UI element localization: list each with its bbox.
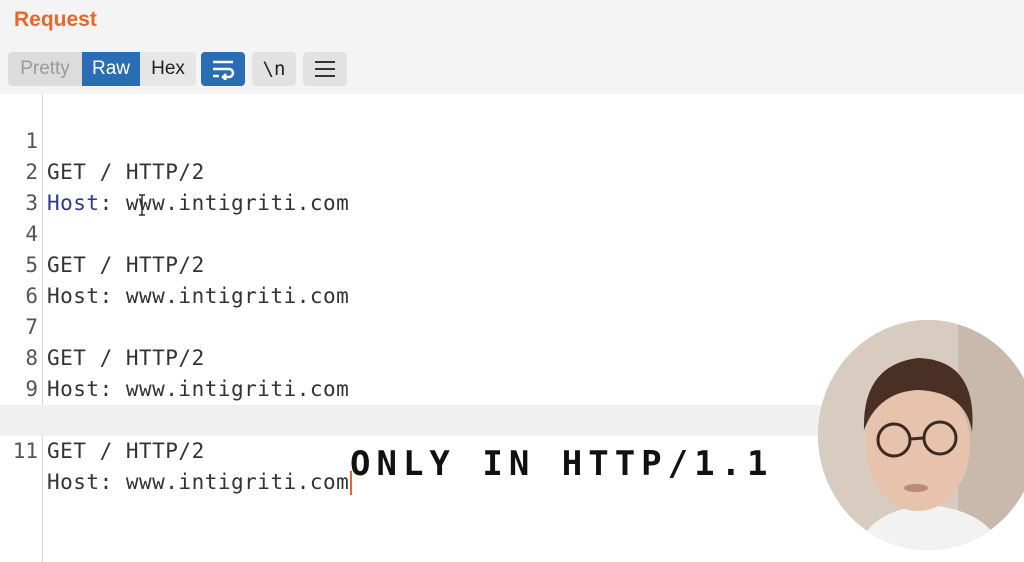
panel-header: Request (0, 0, 1024, 44)
text-wrap-button[interactable] (201, 52, 245, 86)
show-newlines-button[interactable]: \n (252, 52, 296, 86)
request-line: GET / HTTP/2 (47, 439, 205, 463)
tab-hex[interactable]: Hex (140, 52, 196, 86)
header-key: Host (47, 470, 100, 494)
text-wrap-icon (213, 60, 235, 80)
line-number: 11 (12, 439, 38, 463)
video-caption: ONLY IN HTTP/1.1 (350, 444, 774, 484)
code-line[interactable]: 5 Host: www.intigriti.com (0, 219, 1024, 308)
webcam-overlay (818, 320, 1024, 550)
presenter-webcam-image (818, 320, 1024, 550)
header-line: Host: www.intigriti.com (47, 467, 353, 498)
newline-label: \n (262, 58, 286, 80)
code-line[interactable]: 4 GET / HTTP/2 (0, 188, 1024, 277)
code-line[interactable]: 2 Host: www.intigriti.com (0, 126, 1024, 215)
header-value: : www.intigriti.com (99, 470, 350, 494)
code-line[interactable]: 7 GET / HTTP/2 (0, 281, 1024, 370)
tab-pretty[interactable]: Pretty (8, 52, 82, 86)
ibeam-cursor-icon (139, 194, 145, 216)
menu-button[interactable] (303, 52, 347, 86)
tab-raw[interactable]: Raw (82, 52, 140, 86)
code-line[interactable]: 1 GET / HTTP/2 (0, 95, 1024, 184)
code-line[interactable]: 6 (0, 250, 1024, 308)
panel-title: Request (14, 8, 97, 31)
hamburger-menu-icon (315, 61, 335, 77)
code-line[interactable]: 3 (0, 157, 1024, 215)
editor-toolbar: Pretty Raw Hex \n (0, 44, 1024, 94)
